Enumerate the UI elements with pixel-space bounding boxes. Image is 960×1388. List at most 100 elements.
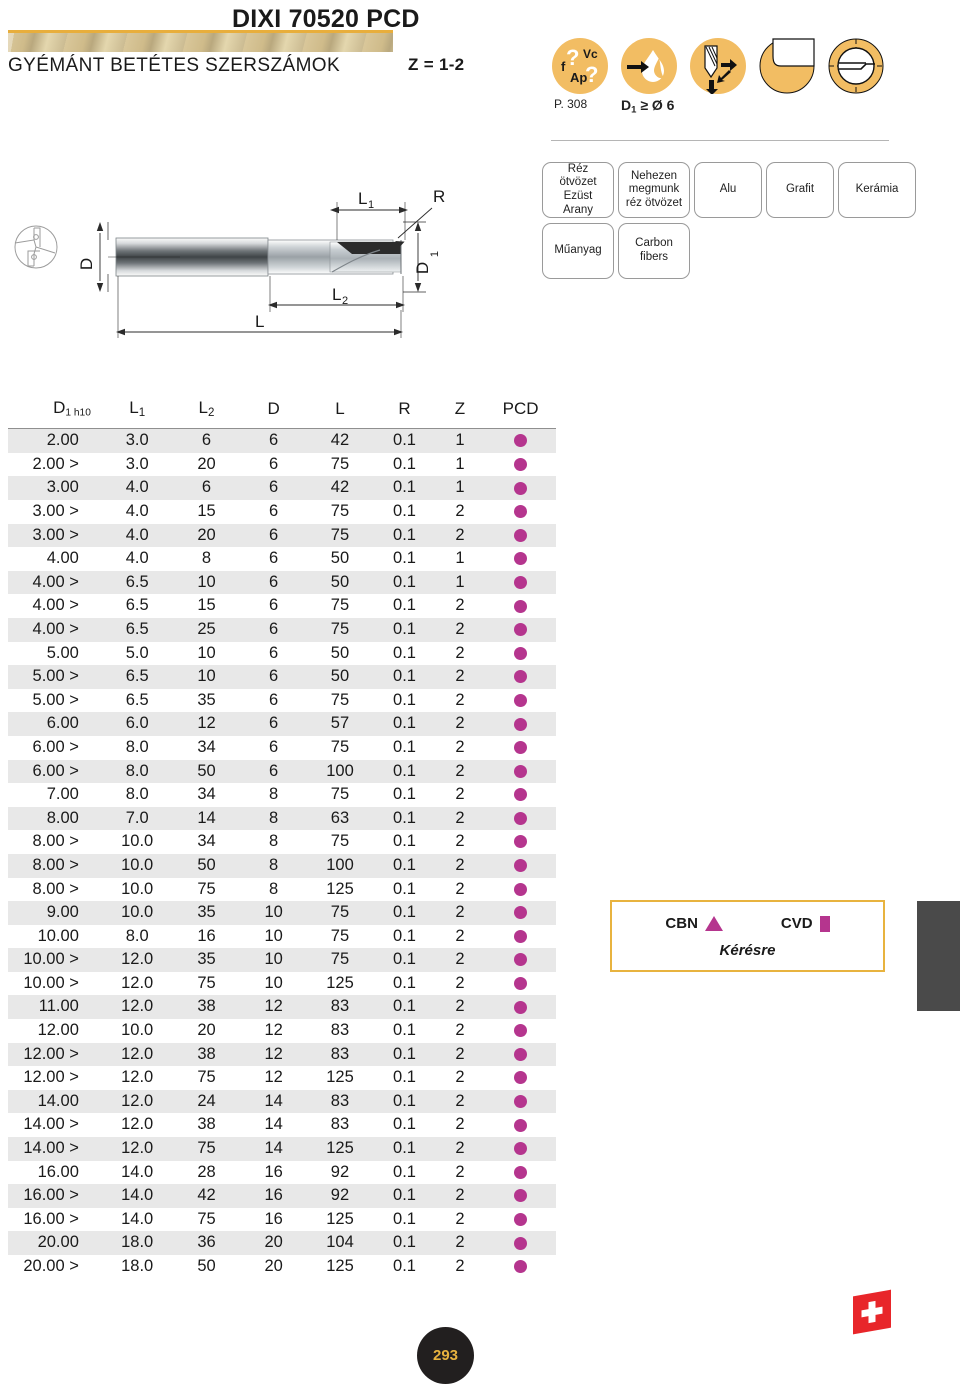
table-row[interactable]: 8.00 > 10.0 34 8 75 0.1 2 bbox=[8, 830, 556, 854]
cell-l2: 15 bbox=[197, 596, 216, 615]
table-row[interactable]: 6.00 6.0 12 6 57 0.1 2 bbox=[8, 712, 556, 736]
cell-l2: 38 bbox=[197, 1044, 216, 1063]
cell-l: 125 bbox=[326, 1139, 354, 1158]
cell-d1: 10.00 > bbox=[23, 950, 79, 969]
cell-l: 83 bbox=[330, 1115, 350, 1134]
cell-r: 0.1 bbox=[393, 667, 416, 686]
cell-d: 16 bbox=[264, 1209, 283, 1228]
cell-l: 125 bbox=[326, 1068, 354, 1087]
cell-l: 75 bbox=[330, 690, 350, 709]
column-header-l: L bbox=[335, 398, 345, 418]
table-row[interactable]: 8.00 7.0 14 8 63 0.1 2 bbox=[8, 806, 556, 831]
table-row[interactable]: 11.00 12.0 38 12 83 0.1 2 bbox=[8, 995, 556, 1020]
table-row[interactable]: 16.00 14.0 28 16 92 0.1 2 bbox=[8, 1161, 556, 1185]
table-row[interactable]: 3.00 4.0 6 6 42 0.1 1 bbox=[8, 476, 556, 501]
table-row[interactable]: 16.00 > 14.0 42 16 92 0.1 2 bbox=[8, 1184, 556, 1208]
material-tag[interactable]: Műanyag bbox=[542, 223, 614, 279]
table-row[interactable]: 5.00 > 6.5 35 6 75 0.1 2 bbox=[8, 689, 556, 713]
cell-d1: 3.00 > bbox=[32, 525, 79, 544]
cell-pcd bbox=[485, 878, 556, 902]
material-tag[interactable]: Grafit bbox=[766, 162, 834, 218]
table-row[interactable]: 7.00 8.0 34 8 75 0.1 2 bbox=[8, 783, 556, 807]
material-tag-row-1: Réz ötvözet Ezüst Arany Nehezen megmunk réz … bbox=[542, 162, 942, 218]
cell-z: 2 bbox=[455, 1233, 465, 1252]
cell-d: 6 bbox=[269, 643, 279, 662]
table-row[interactable]: 14.00 > 12.0 38 14 83 0.1 2 bbox=[8, 1113, 556, 1137]
table-row[interactable]: 10.00 > 12.0 35 10 75 0.1 2 bbox=[8, 948, 556, 972]
table-row[interactable]: 20.00 18.0 36 20 104 0.1 2 bbox=[8, 1231, 556, 1256]
cell-pcd bbox=[485, 1184, 556, 1208]
cell-z: 1 bbox=[455, 549, 465, 568]
table-row[interactable]: 4.00 4.0 8 6 50 0.1 1 bbox=[8, 547, 556, 571]
table-row[interactable]: 6.00 > 8.0 34 6 75 0.1 2 bbox=[8, 736, 556, 760]
table-row[interactable]: 12.00 > 12.0 38 12 83 0.1 2 bbox=[8, 1042, 556, 1067]
table-row[interactable]: 4.00 > 6.5 25 6 75 0.1 2 bbox=[8, 617, 556, 642]
material-tag[interactable]: Réz ötvözet Ezüst Arany bbox=[542, 162, 614, 218]
table-row[interactable]: 5.00 5.0 10 6 50 0.1 2 bbox=[8, 642, 556, 666]
cell-r: 0.1 bbox=[393, 737, 416, 756]
table-row[interactable]: 5.00 > 6.5 10 6 50 0.1 2 bbox=[8, 665, 556, 689]
cell-l: 75 bbox=[330, 926, 350, 945]
cell-l: 92 bbox=[330, 1186, 350, 1205]
material-tag[interactable]: Carbon fibers bbox=[618, 223, 690, 279]
cell-d: 8 bbox=[269, 879, 279, 898]
table-row[interactable]: 3.00 > 4.0 15 6 75 0.1 2 bbox=[8, 500, 556, 524]
cell-pcd bbox=[485, 1255, 556, 1279]
table-body: 2.00 3.0 6 6 42 0.1 1 2.00 >3.0 20 6 75 0.1 1 3.00 4.0… bbox=[8, 428, 556, 1279]
table-row[interactable]: 14.00 > 12.0 75 14 125 0.1 2 bbox=[8, 1137, 556, 1161]
column-header-r: R bbox=[398, 398, 411, 418]
cell-l: 83 bbox=[330, 1091, 350, 1110]
cell-d: 16 bbox=[264, 1186, 283, 1205]
cell-d1: 4.00 > bbox=[32, 572, 79, 591]
table-row[interactable]: 3.00 > 4.0 20 6 75 0.1 2 bbox=[8, 523, 556, 548]
table-row[interactable]: 2.00 > 3.0 20 6 75 0.1 1 bbox=[8, 453, 556, 477]
pcd-dot-icon bbox=[514, 1024, 528, 1038]
cell-l1: 12.0 bbox=[121, 1139, 154, 1158]
material-tag[interactable]: Kerámia bbox=[838, 162, 916, 218]
table-row[interactable]: 12.00 10.0 20 12 83 0.1 2 bbox=[8, 1019, 556, 1043]
cell-pcd bbox=[485, 995, 556, 1019]
table-row[interactable]: 9.00 10.0 35 10 75 0.1 2 bbox=[8, 901, 556, 925]
cell-l2: 6 bbox=[201, 431, 212, 450]
cell-l: 50 bbox=[330, 572, 350, 591]
cell-pcd bbox=[485, 429, 556, 453]
cell-l1: 4.0 bbox=[125, 502, 149, 521]
cell-d: 10 bbox=[264, 973, 283, 992]
cell-l2: 6 bbox=[201, 478, 212, 497]
section-side-tab bbox=[917, 901, 960, 1011]
table-row[interactable]: 16.00 > 14.0 75 16 125 0.1 2 bbox=[8, 1208, 556, 1232]
table-row[interactable]: 10.00 8.0 16 10 75 0.1 2 bbox=[8, 925, 556, 949]
table-row[interactable]: 6.00 > 8.0 50 6 100 0.1 2 bbox=[8, 759, 556, 784]
table-row[interactable]: 8.00 > 10.0 75 8 125 0.1 2 bbox=[8, 878, 556, 902]
cell-l1: 18.0 bbox=[121, 1233, 154, 1252]
cell-l: 75 bbox=[330, 502, 350, 521]
cell-l2: 15 bbox=[197, 502, 216, 521]
pcd-dot-icon bbox=[514, 717, 528, 731]
cell-r: 0.1 bbox=[393, 619, 416, 638]
coating-legend-box: CBN CVD Kérésre bbox=[610, 900, 885, 972]
table-row[interactable]: 4.00 > 6.5 15 6 75 0.1 2 bbox=[8, 594, 556, 618]
drilling-direction-icon bbox=[690, 38, 746, 94]
pcd-dot-icon bbox=[514, 599, 528, 613]
cell-z: 2 bbox=[455, 667, 465, 686]
table-row[interactable]: 8.00 > 10.0 50 8 100 0.1 2 bbox=[8, 853, 556, 878]
table-row[interactable]: 12.00 > 12.0 75 12 125 0.1 2 bbox=[8, 1066, 556, 1090]
cell-l2: 38 bbox=[197, 1115, 216, 1134]
cell-d1: 3.00 > bbox=[32, 502, 79, 521]
material-tag[interactable]: Nehezen megmunk réz ötvözet bbox=[618, 162, 690, 218]
cell-l: 100 bbox=[326, 761, 354, 780]
cell-r: 0.1 bbox=[393, 879, 416, 898]
cell-r: 0.1 bbox=[393, 1209, 416, 1228]
table-row[interactable]: 10.00 > 12.0 75 10 125 0.1 2 bbox=[8, 972, 556, 996]
pcd-dot-icon bbox=[514, 552, 528, 566]
cell-l2: 50 bbox=[197, 761, 216, 780]
table-row[interactable]: 4.00 > 6.5 10 6 50 0.1 1 bbox=[8, 570, 556, 595]
cell-l: 75 bbox=[330, 596, 350, 615]
table-row[interactable]: 2.00 3.0 6 6 42 0.1 1 bbox=[8, 428, 556, 453]
cell-l: 75 bbox=[330, 454, 350, 473]
table-row[interactable]: 20.00 > 18.0 50 20 125 0.1 2 bbox=[8, 1255, 556, 1279]
material-tag[interactable]: Alu bbox=[694, 162, 762, 218]
cell-r: 0.1 bbox=[393, 997, 416, 1016]
table-row[interactable]: 14.00 12.0 24 14 83 0.1 2 bbox=[8, 1089, 556, 1114]
pcd-dot-icon bbox=[514, 505, 528, 519]
